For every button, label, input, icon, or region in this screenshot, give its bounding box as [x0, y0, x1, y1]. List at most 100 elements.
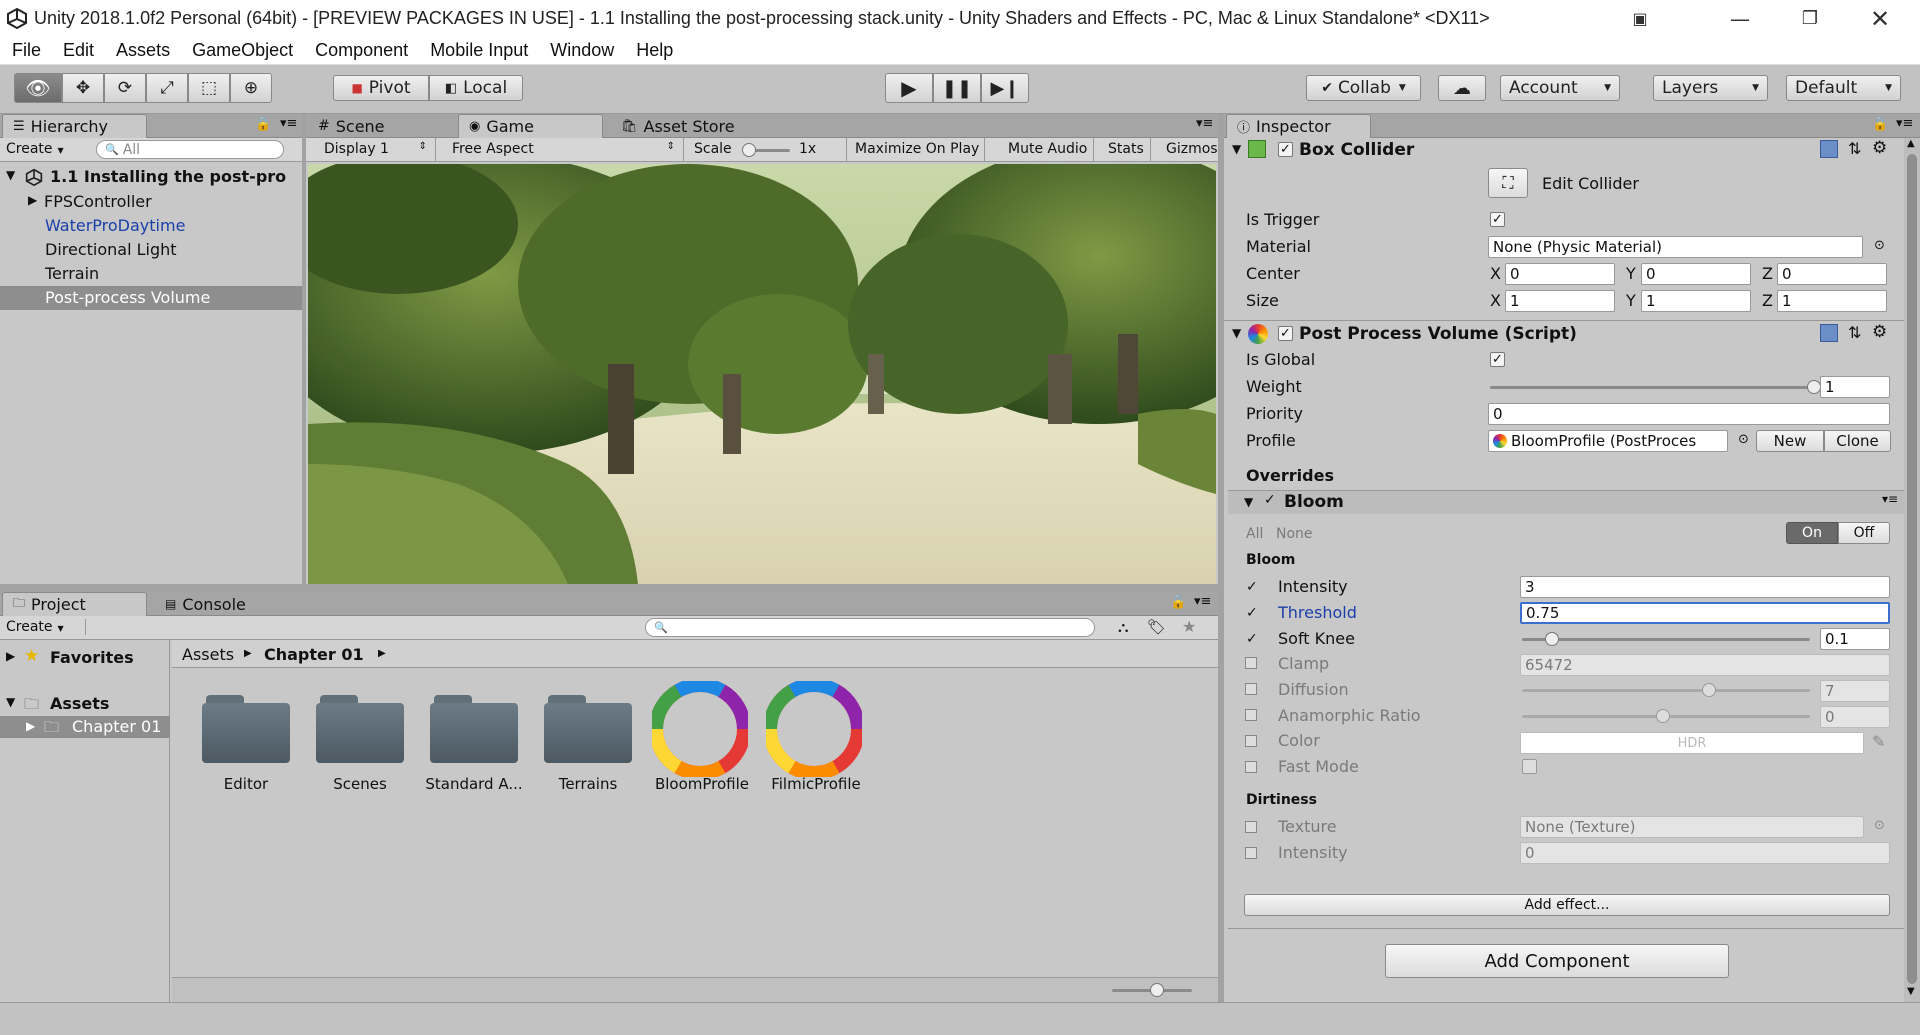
- soft-knee-override-check[interactable]: ✓: [1246, 631, 1258, 647]
- hierarchy-create-button[interactable]: Create ▼: [6, 141, 64, 157]
- object-picker-icon[interactable]: ⊙: [1874, 818, 1885, 833]
- center-z-field[interactable]: 0: [1777, 263, 1887, 285]
- expand-arrow-icon[interactable]: ▶: [28, 193, 37, 207]
- transform-tool-button[interactable]: ⊕: [230, 73, 272, 103]
- add-effect-button[interactable]: Add effect...: [1244, 894, 1890, 916]
- post-process-profile-icon[interactable]: [766, 681, 862, 777]
- cloud-button[interactable]: ☁: [1438, 75, 1486, 101]
- ppv-enabled-checkbox[interactable]: ✓: [1278, 326, 1293, 341]
- menu-file[interactable]: File: [12, 40, 41, 61]
- game-viewport[interactable]: [308, 164, 1216, 584]
- dirt-intensity-override-check[interactable]: [1245, 847, 1257, 859]
- fast-mode-checkbox[interactable]: [1522, 759, 1537, 774]
- expand-arrow-icon[interactable]: ▶: [6, 649, 15, 663]
- scroll-down-icon[interactable]: ▼: [1907, 986, 1915, 997]
- box-collider-header[interactable]: ▼ ✓ Box Collider ⇅ ⚙: [1224, 138, 1904, 164]
- menu-edit[interactable]: Edit: [63, 40, 94, 61]
- tab-scene[interactable]: # Scene: [308, 114, 448, 138]
- intensity-override-check[interactable]: ✓: [1246, 579, 1258, 595]
- panel-menu-icon[interactable]: ▾≡: [1196, 116, 1213, 131]
- gear-icon[interactable]: ⚙: [1872, 322, 1887, 342]
- soft-knee-slider[interactable]: [1522, 638, 1810, 641]
- menu-window[interactable]: Window: [550, 40, 614, 61]
- close-button[interactable]: ✕: [1850, 0, 1910, 37]
- diffusion-slider[interactable]: [1522, 689, 1810, 692]
- preset-icon[interactable]: ⇅: [1848, 139, 1861, 158]
- is-trigger-checkbox[interactable]: ✓: [1490, 212, 1505, 227]
- maximize-button[interactable]: ❐: [1780, 0, 1840, 37]
- weight-slider-knob[interactable]: [1807, 380, 1821, 394]
- maximize-on-play-toggle[interactable]: Maximize On Play: [846, 138, 986, 162]
- box-collider-enabled-checkbox[interactable]: ✓: [1278, 142, 1293, 157]
- project-create-button[interactable]: Create ▼: [6, 619, 86, 635]
- profile-clone-button[interactable]: Clone: [1824, 430, 1891, 452]
- menu-assets[interactable]: Assets: [116, 40, 170, 61]
- panel-menu-icon[interactable]: ▾≡: [1194, 594, 1211, 609]
- icon-size-slider-knob[interactable]: [1150, 983, 1164, 997]
- override-on-button[interactable]: On: [1786, 522, 1838, 544]
- lock-icon[interactable]: 🔒: [255, 117, 271, 132]
- anamorphic-override-check[interactable]: [1245, 709, 1257, 721]
- hierarchy-search-input[interactable]: 🔍 All: [96, 140, 284, 159]
- gizmos-toggle[interactable]: Gizmos: [1160, 138, 1222, 162]
- gear-icon[interactable]: ⚙: [1872, 138, 1887, 158]
- add-component-button[interactable]: Add Component: [1385, 944, 1729, 978]
- tab-game[interactable]: ◉ Game: [458, 114, 603, 138]
- tab-project[interactable]: 🗀 Project: [2, 592, 147, 616]
- tab-asset-store[interactable]: 🛍 Asset Store: [611, 114, 761, 138]
- asset-folder-icon[interactable]: [316, 691, 404, 763]
- project-search-input[interactable]: 🔍: [645, 618, 1095, 637]
- collab-dropdown[interactable]: ✔ Collab ▼: [1306, 75, 1421, 101]
- override-off-button[interactable]: Off: [1838, 522, 1890, 544]
- step-button[interactable]: ▶❙: [981, 73, 1029, 103]
- profile-field[interactable]: BloomProfile (PostProces: [1488, 430, 1728, 452]
- stats-toggle[interactable]: Stats: [1102, 138, 1151, 162]
- ppv-header[interactable]: ▼ ✓ Post Process Volume (Script) ⇅ ⚙: [1224, 322, 1904, 348]
- restore-layout-icon[interactable]: ▣: [1610, 0, 1670, 37]
- layout-dropdown[interactable]: Default ▼: [1786, 75, 1901, 101]
- hierarchy-item[interactable]: Directional Light: [0, 238, 302, 262]
- object-picker-icon[interactable]: ⊙: [1738, 432, 1749, 447]
- eyedropper-icon[interactable]: ✎: [1872, 732, 1885, 751]
- panel-menu-icon[interactable]: ▾≡: [1882, 492, 1898, 506]
- inspector-scrollbar[interactable]: ▲ ▼: [1904, 138, 1920, 1002]
- scale-slider-knob[interactable]: [742, 143, 756, 157]
- asset-folder-icon[interactable]: [430, 691, 518, 763]
- display-dropdown[interactable]: Display 1 ⇕: [306, 138, 436, 162]
- menu-help[interactable]: Help: [636, 40, 673, 61]
- expand-arrow-icon[interactable]: ▼: [1244, 495, 1253, 509]
- bloom-override-header[interactable]: ▼ ✓ Bloom ▾≡: [1228, 490, 1904, 514]
- texture-field[interactable]: None (Texture): [1520, 816, 1864, 838]
- post-process-profile-icon[interactable]: [652, 681, 748, 777]
- clamp-override-check[interactable]: [1245, 657, 1257, 669]
- view-tool-button[interactable]: 👁: [14, 73, 62, 103]
- center-y-field[interactable]: 0: [1641, 263, 1751, 285]
- mute-audio-toggle[interactable]: Mute Audio: [1002, 138, 1095, 162]
- play-button[interactable]: ▶: [885, 73, 933, 103]
- tab-inspector[interactable]: ⓘ Inspector: [1226, 114, 1371, 138]
- scene-root-row[interactable]: ▼ 1.1 Installing the post-pro: [0, 166, 302, 188]
- pivot-button[interactable]: ■ Pivot: [333, 75, 429, 101]
- layers-dropdown[interactable]: Layers ▼: [1653, 75, 1768, 101]
- breadcrumb-item[interactable]: Chapter 01: [264, 645, 364, 664]
- menu-mobile-input[interactable]: Mobile Input: [430, 40, 528, 61]
- asset-folder-icon[interactable]: [544, 691, 632, 763]
- preset-icon[interactable]: ⇅: [1848, 323, 1861, 342]
- is-global-checkbox[interactable]: ✓: [1490, 352, 1505, 367]
- select-none-link[interactable]: None: [1276, 526, 1313, 542]
- scroll-up-icon[interactable]: ▲: [1907, 138, 1915, 149]
- size-x-field[interactable]: 1: [1505, 290, 1615, 312]
- anamorphic-slider-knob[interactable]: [1656, 709, 1670, 723]
- material-field[interactable]: None (Physic Material): [1488, 236, 1863, 258]
- filter-by-label-icon[interactable]: 🏷: [1147, 618, 1166, 636]
- menu-gameobject[interactable]: GameObject: [192, 40, 293, 61]
- local-button[interactable]: ◧ Local: [429, 75, 523, 101]
- rotate-tool-button[interactable]: ⟳: [104, 73, 146, 103]
- pause-button[interactable]: ❚❚: [933, 73, 981, 103]
- size-y-field[interactable]: 1: [1641, 290, 1751, 312]
- breadcrumb-item[interactable]: Assets: [182, 645, 234, 664]
- account-dropdown[interactable]: Account ▼: [1500, 75, 1620, 101]
- clamp-field[interactable]: 65472: [1520, 654, 1890, 676]
- help-book-icon[interactable]: [1820, 324, 1838, 342]
- diffusion-override-check[interactable]: [1245, 683, 1257, 695]
